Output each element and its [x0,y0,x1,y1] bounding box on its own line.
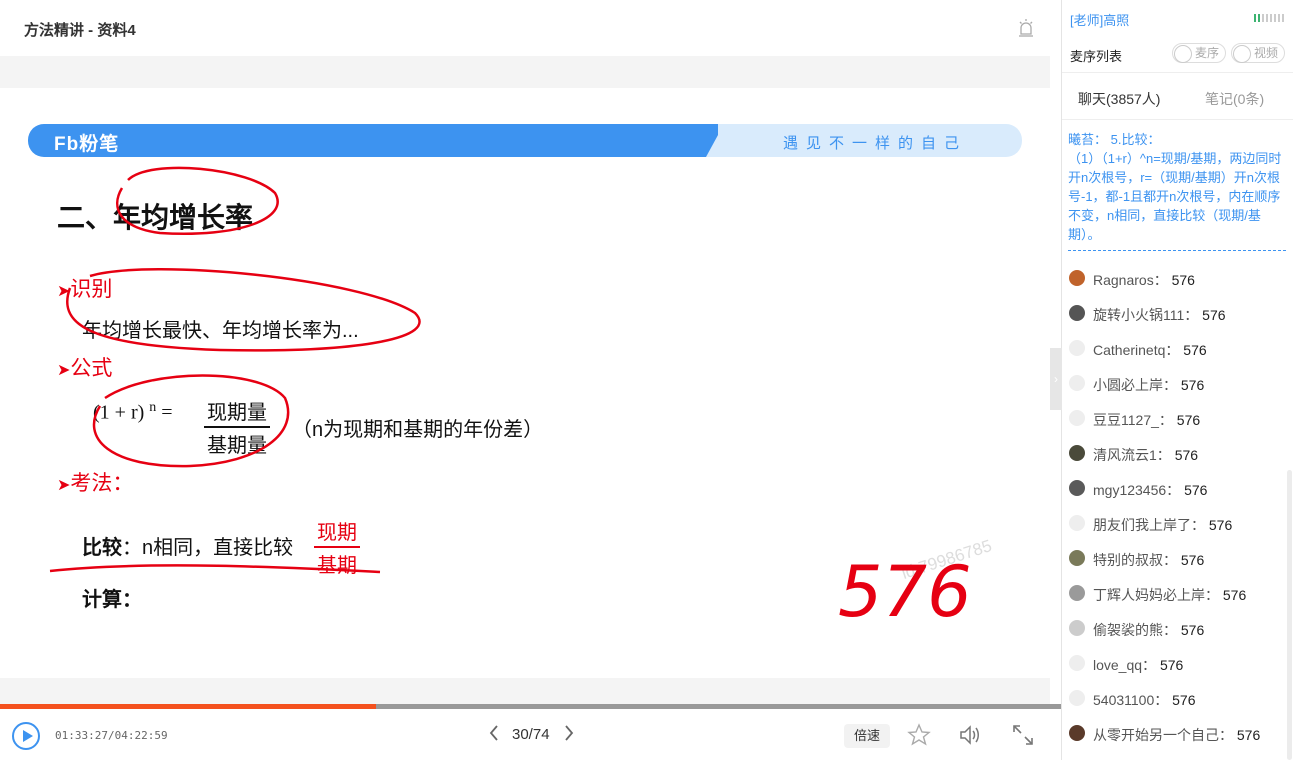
app-root: 方法精讲 - 资料4 Fb粉笔 遇见不一样的自己 二、年均增长率 ➤识别 年均增… [0,0,1293,760]
top-bar: 方法精讲 - 资料4 [0,0,1050,56]
chat-scrollbar[interactable] [1287,470,1292,760]
avatar [1069,620,1085,636]
slide-heading: 二、年均增长率 [57,202,254,233]
fullscreen-icon[interactable] [1011,723,1035,747]
alarm-icon[interactable] [1018,18,1034,38]
volume-icon[interactable] [958,723,982,747]
slide-banner: Fb粉笔 遇见不一样的自己 [28,124,1022,157]
page-indicator: 30/74 [512,726,550,743]
avatar [1069,585,1085,601]
mic-queue-toggle[interactable]: 麦序 [1172,43,1226,63]
avatar [1069,445,1085,461]
avatar [1069,340,1085,356]
section-formula: ➤公式 [57,357,113,380]
audio-level-icon [1254,14,1284,22]
avatar [1069,410,1085,426]
avatar [1069,305,1085,321]
player-controls: 01:33:27/04:22:59 30/74 倍速 [0,709,1061,760]
chat-message-text: 朋友们我上岸了： 576 [1093,517,1233,533]
pinned-notice: 曦苔： 5.比较： （1）（1+r）^n=现期/基期，两边同时开n次根号，r=（… [1068,132,1282,242]
chat-message-text: 小圆必上岸： 576 [1093,377,1205,393]
identify-text: 年均增长最快、年均增长率为... [82,320,359,342]
section-identify: ➤识别 [57,278,113,301]
arrow-bullet-icon: ➤ [57,477,71,494]
avatar [1069,655,1085,671]
chat-message-text: 清风流云1： 576 [1093,447,1199,463]
course-title: 方法精讲 - 资料4 [24,22,136,39]
teacher-name: [老师]高照 [1070,13,1130,28]
play-button[interactable] [12,722,40,750]
avatar [1069,270,1085,286]
chat-message-text: Ragnaros： 576 [1093,272,1195,288]
avatar [1069,550,1085,566]
chat-message-text: love_qq： 576 [1093,657,1184,673]
slide-bottom-band [0,678,1050,704]
arrow-bullet-icon: ➤ [57,283,71,300]
formula-left: (1 + r) n = [93,400,173,424]
formula-fraction: 现期量 基期量 [204,396,270,458]
chevron-left-icon[interactable] [487,723,501,743]
chat-message-text: 从零开始另一个自己： 576 [1093,727,1261,743]
avatar [1069,725,1085,741]
avatar [1069,515,1085,531]
banner-slogan: 遇见不一样的自己 [783,135,968,152]
chat-message-text: 54031100： 576 [1093,692,1196,708]
arrow-bullet-icon: ➤ [57,362,71,379]
chat-message-text: 偷袈裟的熊： 576 [1093,622,1205,638]
compare-line: 比较：n相同，直接比较 [82,537,294,559]
avatar [1069,375,1085,391]
tab-chat[interactable]: 聊天(3857人) [1078,89,1160,109]
handwritten-annotations: 576 [49,166,972,633]
star-icon[interactable] [907,723,931,747]
formula-note: （n为现期和基期的年份差） [292,419,544,441]
chat-message-text: 丁辉人妈妈必上岸： 576 [1093,587,1247,603]
slide-content: Fb粉笔 遇见不一样的自己 二、年均增长率 ➤识别 年均增长最快、年均增长率为.… [0,88,1050,678]
calc-label: 计算： [82,589,142,611]
section-methods: ➤考法： [57,472,134,495]
chat-message-text: mgy123456： 576 [1093,482,1208,498]
compare-fraction: 现期 基期 [314,516,360,578]
chat-message-text: 豆豆1127_： 576 [1093,412,1201,428]
chevron-right-icon[interactable] [562,723,576,743]
chat-message-text: 旋转小火锅111： 576 [1093,307,1226,323]
video-toggle[interactable]: 视频 [1231,43,1285,63]
user-watermark: id:79986785 [899,536,995,584]
mic-queue-title: 麦序列表 [1070,49,1123,64]
time-display: 01:33:27/04:22:59 [55,729,168,742]
avatar [1069,480,1085,496]
speed-button[interactable]: 倍速 [844,724,890,748]
slide-top-band [0,56,1050,88]
chat-message-text: 特别的叔叔： 576 [1093,552,1205,568]
tab-notes[interactable]: 笔记(0条) [1205,89,1264,109]
chat-message-text: Catherinetq： 576 [1093,342,1207,358]
fenbi-logo: Fb粉笔 [54,134,120,155]
collapse-sidebar-button[interactable]: › [1050,348,1062,410]
video-player: 方法精讲 - 资料4 Fb粉笔 遇见不一样的自己 二、年均增长率 ➤识别 年均增… [0,0,1061,760]
avatar [1069,690,1085,706]
sidebar: [老师]高照 麦序列表 麦序 视频 聊天(3857人) 笔记(0条) 曦苔： 5… [1062,0,1293,760]
